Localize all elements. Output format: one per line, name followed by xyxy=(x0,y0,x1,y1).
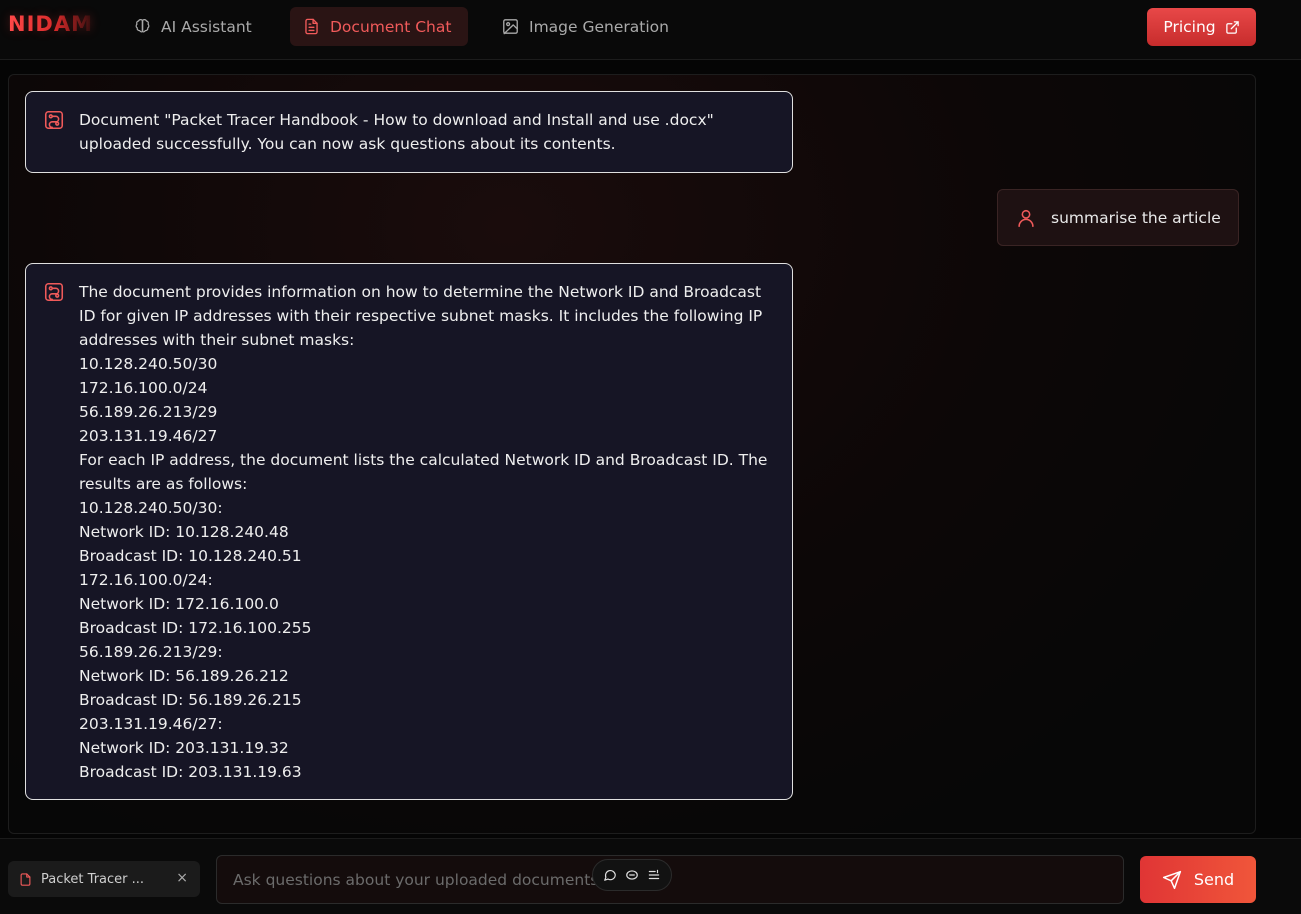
comment-icon[interactable] xyxy=(603,868,617,882)
uploaded-file-chip[interactable]: Packet Tracer ... × xyxy=(8,861,200,897)
send-button-label: Send xyxy=(1193,870,1235,889)
bot-message-text: The document provides information on how… xyxy=(79,283,768,781)
pricing-button-label: Pricing xyxy=(1163,18,1216,36)
brain-icon xyxy=(135,19,150,33)
list-settings-icon[interactable] xyxy=(647,868,661,882)
document-icon xyxy=(305,18,318,35)
remove-file-icon[interactable]: × xyxy=(176,870,188,886)
user-icon xyxy=(1018,209,1034,227)
tab-ai-assistant-label: AI Assistant xyxy=(161,17,252,36)
uploaded-file-name: Packet Tracer ... xyxy=(41,871,145,887)
tab-document-chat-label: Document Chat xyxy=(330,17,452,36)
bot-message: Document "Packet Tracer Handbook - How t… xyxy=(25,91,793,173)
file-icon xyxy=(20,872,31,886)
tab-image-generation-label: Image Generation xyxy=(529,17,669,36)
tab-image-generation[interactable]: Image Generation xyxy=(489,7,681,46)
bot-message: The document provides information on how… xyxy=(25,263,793,800)
input-tools-toolbar xyxy=(592,859,672,891)
pricing-button[interactable]: Pricing xyxy=(1147,8,1256,46)
user-message-text: summarise the article xyxy=(1051,208,1221,227)
top-nav-bar: NIDAM AI Assistant Document Chat Image G xyxy=(0,0,1301,60)
app-logo[interactable]: NIDAM xyxy=(8,12,93,36)
send-icon xyxy=(1162,870,1181,889)
tab-document-chat[interactable]: Document Chat xyxy=(290,7,468,46)
send-button[interactable]: Send xyxy=(1140,856,1256,903)
bot-icon xyxy=(44,110,64,130)
app-window: NIDAM AI Assistant Document Chat Image G xyxy=(0,0,1301,914)
pill-icon[interactable] xyxy=(625,868,639,882)
composer-bar: Packet Tracer ... × Send xyxy=(0,838,1301,914)
external-link-icon xyxy=(1225,20,1239,34)
user-message: summarise the article xyxy=(997,189,1239,246)
tab-ai-assistant[interactable]: AI Assistant xyxy=(121,7,264,46)
bot-message-text: Document "Packet Tracer Handbook - How t… xyxy=(79,111,719,153)
image-icon xyxy=(503,19,518,35)
bot-icon xyxy=(44,282,64,302)
